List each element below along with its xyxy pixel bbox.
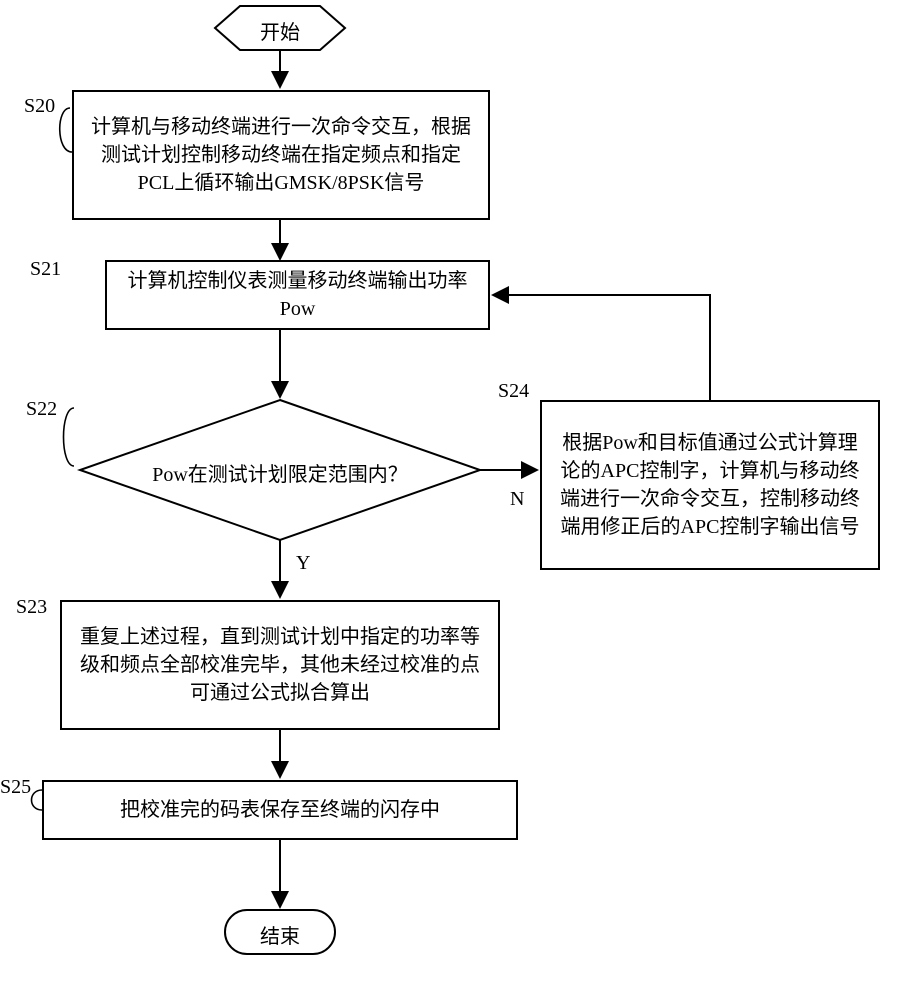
decision-yes-label: Y [296, 552, 310, 575]
step-s24-label: S24 [498, 380, 529, 403]
step-s23: 重复上述过程，直到测试计划中指定的功率等级和频点全部校准完毕，其他未经过校准的点… [60, 600, 500, 730]
step-s21-label: S21 [30, 258, 61, 281]
step-s20: 计算机与移动终端进行一次命令交互，根据测试计划控制移动终端在指定频点和指定PCL… [72, 90, 490, 220]
step-s22-label: S22 [26, 398, 57, 421]
step-s21: 计算机控制仪表测量移动终端输出功率Pow [105, 260, 490, 330]
step-s21-text: 计算机控制仪表测量移动终端输出功率Pow [121, 267, 474, 323]
end-label: 结束 [255, 920, 305, 949]
step-s23-label: S23 [16, 596, 47, 619]
step-s23-text: 重复上述过程，直到测试计划中指定的功率等级和频点全部校准完毕，其他未经过校准的点… [76, 623, 484, 707]
decision-text: Pow在测试计划限定范围内？ [124, 458, 436, 487]
step-s24: 根据Pow和目标值通过公式计算理论的APC控制字，计算机与移动终端进行一次命令交… [540, 400, 880, 570]
step-s20-label: S20 [24, 95, 55, 118]
step-s24-text: 根据Pow和目标值通过公式计算理论的APC控制字，计算机与移动终端进行一次命令交… [556, 429, 864, 541]
step-s20-text: 计算机与移动终端进行一次命令交互，根据测试计划控制移动终端在指定频点和指定PCL… [88, 113, 474, 197]
step-s25-text: 把校准完的码表保存至终端的闪存中 [120, 796, 440, 824]
step-s25: 把校准完的码表保存至终端的闪存中 [42, 780, 518, 840]
step-s25-label: S25 [0, 776, 31, 799]
decision-no-label: N [510, 488, 524, 511]
start-label: 开始 [255, 16, 305, 45]
